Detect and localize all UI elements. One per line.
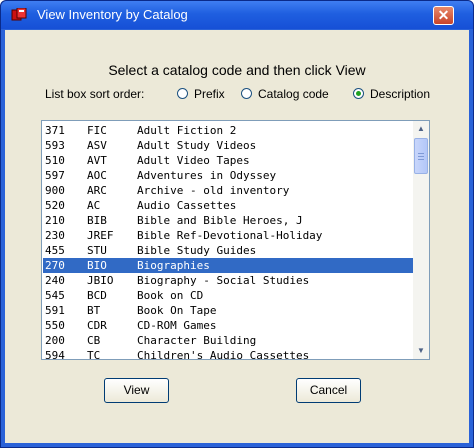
list-item[interactable]: 200 CB Character Building xyxy=(43,333,413,348)
list-item-description: CD-ROM Games xyxy=(137,319,217,332)
dialog-body: Select a catalog code and then click Vie… xyxy=(5,30,469,443)
list-item-num: 591 xyxy=(45,304,65,317)
list-item-num: 510 xyxy=(45,154,65,167)
cancel-button-label: Cancel xyxy=(309,383,348,397)
list-item-description: Adventures in Odyssey xyxy=(137,169,277,182)
list-item[interactable]: 270 BIO Biographies xyxy=(43,258,413,273)
scroll-down-button[interactable]: ▼ xyxy=(413,343,429,359)
list-item-num: 597 xyxy=(45,169,65,182)
list-item-description: Archive - old inventory xyxy=(137,184,290,197)
list-item-code: BIB xyxy=(87,214,107,227)
close-button[interactable]: ✕ xyxy=(433,6,454,25)
list-item-description: Adult Fiction 2 xyxy=(137,124,237,137)
radio-description-label[interactable]: Description xyxy=(370,87,430,101)
list-item[interactable]: 510 AVT Adult Video Tapes xyxy=(43,153,413,168)
radio-catalog-code-label[interactable]: Catalog code xyxy=(258,87,329,101)
list-item-num: 270 xyxy=(45,259,65,272)
list-item-description: Adult Video Tapes xyxy=(137,154,250,167)
radio-prefix[interactable] xyxy=(177,88,188,99)
list-item-code: STU xyxy=(87,244,107,257)
list-item[interactable]: 900 ARC Archive - old inventory xyxy=(43,183,413,198)
list-item-code: JBIO xyxy=(87,274,114,287)
list-item-description: Book On Tape xyxy=(137,304,217,317)
list-item-description: Audio Cassettes xyxy=(137,199,237,212)
list-item[interactable]: 240 JBIO Biography - Social Studies xyxy=(43,273,413,288)
list-item-num: 200 xyxy=(45,334,65,347)
list-item-num: 371 xyxy=(45,124,65,137)
list-item-code: CDR xyxy=(87,319,107,332)
list-item-description: Character Building xyxy=(137,334,257,347)
list-item-num: 594 xyxy=(45,349,65,360)
radio-prefix-label[interactable]: Prefix xyxy=(194,87,225,101)
instruction-heading: Select a catalog code and then click Vie… xyxy=(108,62,366,78)
list-item-code: AOC xyxy=(87,169,107,182)
scroll-up-button[interactable]: ▲ xyxy=(413,121,429,137)
list-item-code: AC xyxy=(87,199,101,212)
list-item[interactable]: 591 BT Book On Tape xyxy=(43,303,413,318)
scroll-thumb[interactable] xyxy=(414,138,428,174)
sort-order-label: List box sort order: xyxy=(45,87,145,101)
vertical-scrollbar[interactable]: ▲ ▼ xyxy=(413,121,429,359)
list-item-code: JREF xyxy=(87,229,114,242)
cancel-button[interactable]: Cancel xyxy=(296,378,361,403)
list-item-code: AVT xyxy=(87,154,107,167)
list-item-description: Adult Study Videos xyxy=(137,139,257,152)
list-item-code: BCD xyxy=(87,289,107,302)
list-item[interactable]: 210 BIB Bible and Bible Heroes, J xyxy=(43,213,413,228)
list-item[interactable]: 520 AC Audio Cassettes xyxy=(43,198,413,213)
window-title: View Inventory by Catalog xyxy=(37,7,188,22)
list-item-description: Children's Audio Cassettes xyxy=(137,349,310,360)
list-item-num: 455 xyxy=(45,244,65,257)
list-item-description: Bible Study Guides xyxy=(137,244,257,257)
view-button-label: View xyxy=(123,383,150,397)
catalog-listbox[interactable]: ▲ ▼ 371 FIC Adult Fiction 2 593 ASV Adult Stu… xyxy=(41,120,430,360)
list-item-description: Biography - Social Studies xyxy=(137,274,310,287)
list-item-num: 900 xyxy=(45,184,65,197)
title-bar[interactable]: View Inventory by Catalog ✕ xyxy=(1,1,473,29)
list-item-code: BT xyxy=(87,304,101,317)
list-item-code: CB xyxy=(87,334,101,347)
list-item-num: 593 xyxy=(45,139,65,152)
list-item-num: 550 xyxy=(45,319,65,332)
list-item[interactable]: 455 STU Bible Study Guides xyxy=(43,243,413,258)
list-item[interactable]: 371 FIC Adult Fiction 2 xyxy=(43,123,413,138)
list-item[interactable]: 594 TC Children's Audio Cassettes xyxy=(43,348,413,360)
list-item-code: TC xyxy=(87,349,101,360)
list-item-code: FIC xyxy=(87,124,107,137)
list-item[interactable]: 230 JREF Bible Ref-Devotional-Holiday xyxy=(43,228,413,243)
list-item-description: Book on CD xyxy=(137,289,204,302)
radio-catalog-code[interactable] xyxy=(241,88,252,99)
radio-description[interactable] xyxy=(353,88,364,99)
list-item-num: 520 xyxy=(45,199,65,212)
list-item[interactable]: 593 ASV Adult Study Videos xyxy=(43,138,413,153)
app-icon xyxy=(11,8,27,21)
list-item-code: ARC xyxy=(87,184,107,197)
close-icon: ✕ xyxy=(437,7,450,23)
view-button[interactable]: View xyxy=(104,378,169,403)
list-item-num: 210 xyxy=(45,214,65,227)
list-item-description: Biographies xyxy=(137,259,210,272)
list-item-description: Bible Ref-Devotional-Holiday xyxy=(137,229,323,242)
list-item-code: BIO xyxy=(87,259,107,272)
dialog-window: View Inventory by Catalog ✕ Select a cat… xyxy=(0,0,474,448)
list-item-num: 240 xyxy=(45,274,65,287)
list-item-num: 230 xyxy=(45,229,65,242)
list-item[interactable]: 550 CDR CD-ROM Games xyxy=(43,318,413,333)
list-item-code: ASV xyxy=(87,139,107,152)
list-item[interactable]: 545 BCD Book on CD xyxy=(43,288,413,303)
list-item-description: Bible and Bible Heroes, J xyxy=(137,214,303,227)
list-item[interactable]: 597 AOC Adventures in Odyssey xyxy=(43,168,413,183)
list-item-num: 545 xyxy=(45,289,65,302)
